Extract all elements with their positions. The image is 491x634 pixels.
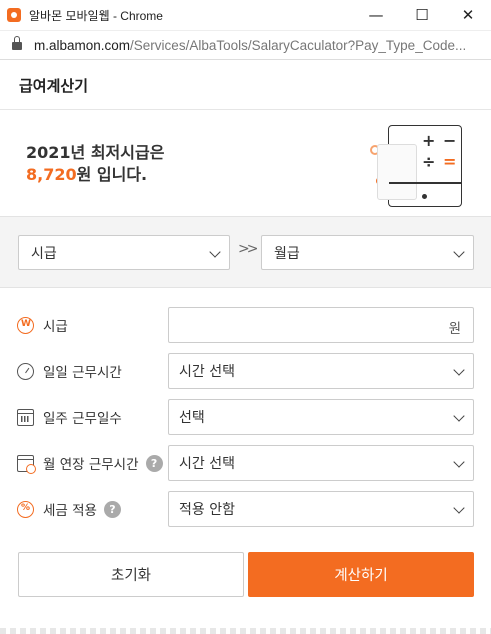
chevron-down-icon (453, 364, 465, 376)
clock-icon (17, 362, 34, 380)
reset-button[interactable]: 초기화 (18, 552, 244, 597)
address-bar[interactable]: m.albamon.com/Services/AlbaTools/SalaryC… (0, 31, 491, 60)
url-host: m.albamon.com (34, 37, 131, 53)
chevron-down-icon (453, 246, 465, 258)
url-text[interactable]: m.albamon.com/Services/AlbaTools/SalaryC… (34, 38, 489, 53)
page-header: 급여계산기 (0, 61, 491, 110)
tax-label: 세금 적용 (43, 503, 97, 519)
monthly-overtime-select[interactable]: 시간 선택 (168, 445, 474, 481)
percent-icon (17, 500, 34, 518)
help-icon[interactable]: ? (103, 500, 121, 518)
url-path: /Services/AlbaTools/SalaryCaculator?Pay_… (130, 37, 467, 53)
weekly-days-select[interactable]: 선택 (168, 399, 474, 435)
double-arrow-icon: >> (238, 241, 259, 257)
monthly-overtime-value: 시간 선택 (179, 456, 235, 472)
weekly-days-value: 선택 (179, 410, 205, 426)
daily-hours-label: 일일 근무시간 (43, 365, 122, 381)
from-pay-type-value: 시급 (31, 245, 57, 262)
calculate-button[interactable]: 계산하기 (248, 552, 474, 597)
weekly-days-label: 일주 근무일수 (43, 411, 122, 427)
monthly-overtime-label: 월 연장 근무시간 (43, 457, 139, 473)
min-wage-text: 2021년 최저시급은 8,720원 입니다. (26, 142, 164, 186)
banner-line1: 2021년 최저시급은 (26, 143, 165, 162)
chevron-down-icon (453, 410, 465, 422)
window-titlebar: 알바몬 모바일웹 - Chrome — ☐ ✕ (0, 0, 491, 31)
help-icon[interactable]: ? (145, 454, 163, 472)
tax-row: 세금 적용 ? 적용 안함 (0, 491, 491, 527)
to-pay-type-value: 월급 (274, 245, 300, 262)
albamon-app-icon (7, 8, 21, 22)
chevron-down-icon (453, 502, 465, 514)
wage-input[interactable] (179, 317, 429, 333)
to-pay-type-select[interactable]: 월급 (261, 235, 474, 270)
minimize-icon[interactable]: — (353, 0, 399, 31)
tax-select[interactable]: 적용 안함 (168, 491, 474, 527)
banner-line2: 8,720원 입니다. (26, 164, 164, 186)
weekly-days-row: 일주 근무일수 선택 (0, 399, 491, 435)
banner-line2-suffix: 원 입니다. (76, 165, 148, 184)
from-pay-type-select[interactable]: 시급 (18, 235, 230, 270)
calendar-icon (17, 408, 34, 426)
maximize-icon[interactable]: ☐ (399, 0, 445, 31)
min-wage-banner: 2021년 최저시급은 8,720원 입니다. + − ÷ = (0, 110, 491, 216)
calendar-clock-icon (17, 454, 36, 474)
page-bottom-edge (0, 628, 491, 634)
monthly-overtime-row: 월 연장 근무시간 ? 시간 선택 (0, 445, 491, 481)
min-wage-value: 8,720 (26, 165, 77, 184)
daily-hours-select[interactable]: 시간 선택 (168, 353, 474, 389)
wage-unit: 원 (448, 321, 461, 337)
wage-field[interactable]: 원 (168, 307, 474, 343)
daily-hours-value: 시간 선택 (179, 364, 235, 380)
close-icon[interactable]: ✕ (445, 0, 491, 31)
daily-hours-row: 일일 근무시간 시간 선택 (0, 353, 491, 389)
chevron-down-icon (209, 246, 221, 258)
lock-icon (12, 36, 22, 50)
window-title: 알바몬 모바일웹 - Chrome (29, 8, 163, 23)
wage-row: 시급 원 (0, 307, 491, 343)
calculator-icon: + − ÷ = (377, 125, 462, 207)
tax-value: 적용 안함 (179, 502, 235, 518)
chevron-down-icon (453, 456, 465, 468)
conversion-section: 시급 >> 월급 (0, 216, 491, 288)
page-title: 급여계산기 (19, 76, 89, 95)
wage-label: 시급 (43, 319, 68, 335)
won-icon (17, 316, 34, 334)
